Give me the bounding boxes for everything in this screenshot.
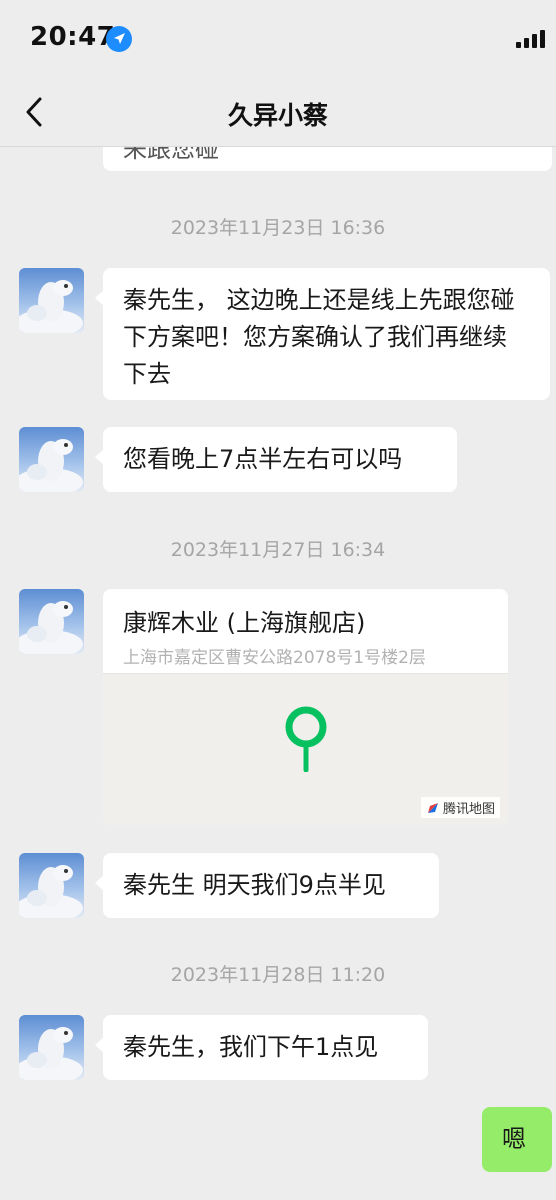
message-bubble[interactable]: 秦先生，我们下午1点见 [95,1015,428,1080]
message-bubble[interactable]: 秦先生， 这边晚上还是线上先跟您碰下方案吧！您方案确认了我们再继续下去 [95,268,550,400]
map-pin-icon [285,706,327,773]
location-map-preview[interactable]: 腾讯地图 [103,673,508,825]
chat-title: 久异小蔡 [227,101,328,130]
message-text: 秦先生，我们下午1点见 [123,1033,379,1061]
location-message-card[interactable]: 康辉木业 (上海旗舰店) 上海市嘉定区曹安公路2078号1号楼2层 腾讯地图 [103,589,508,825]
message-timestamp: 2023年11月28日 11:20 [170,964,386,986]
message-timestamp: 2023年11月27日 16:34 [170,539,386,561]
avatar[interactable] [19,589,84,654]
avatar[interactable] [19,853,84,918]
cellular-signal-icon [516,30,548,48]
location-name: 康辉木业 (上海旗舰店) [123,609,366,637]
outgoing-message-bubble[interactable]: 嗯 [482,1107,552,1172]
message-timestamp: 2023年11月23日 16:36 [170,217,386,239]
status-bar: 20:47 [0,0,556,80]
message-list[interactable]: 来跟您碰 2023年11月23日 16:36 秦先生， 这边晚上还是线上先跟您碰… [0,147,556,1200]
message-text: 秦先生， 这边晚上还是线上先跟您碰下方案吧！您方案确认了我们再继续下去 [123,286,515,388]
map-provider-label: 腾讯地图 [442,802,495,817]
message-text: 嗯 [502,1125,526,1153]
avatar[interactable] [19,427,84,492]
map-provider-badge: 腾讯地图 [420,797,500,818]
message-text: 您看晚上7点半左右可以吗 [123,445,403,473]
location-address: 上海市嘉定区曹安公路2078号1号楼2层 [123,648,426,668]
avatar[interactable] [19,268,84,333]
tencent-map-logo-icon [426,801,440,815]
location-arrow-icon [106,26,132,52]
avatar[interactable] [19,1015,84,1080]
message-bubble[interactable]: 秦先生 明天我们9点半见 [95,853,439,918]
message-text: 秦先生 明天我们9点半见 [123,871,386,899]
chat-header: 久异小蔡 [0,80,556,147]
message-bubble[interactable]: 来跟您碰 [103,147,552,171]
status-time: 20:47 [30,22,116,52]
message-text: 来跟您碰 [123,147,219,163]
message-bubble[interactable]: 您看晚上7点半左右可以吗 [95,427,457,492]
